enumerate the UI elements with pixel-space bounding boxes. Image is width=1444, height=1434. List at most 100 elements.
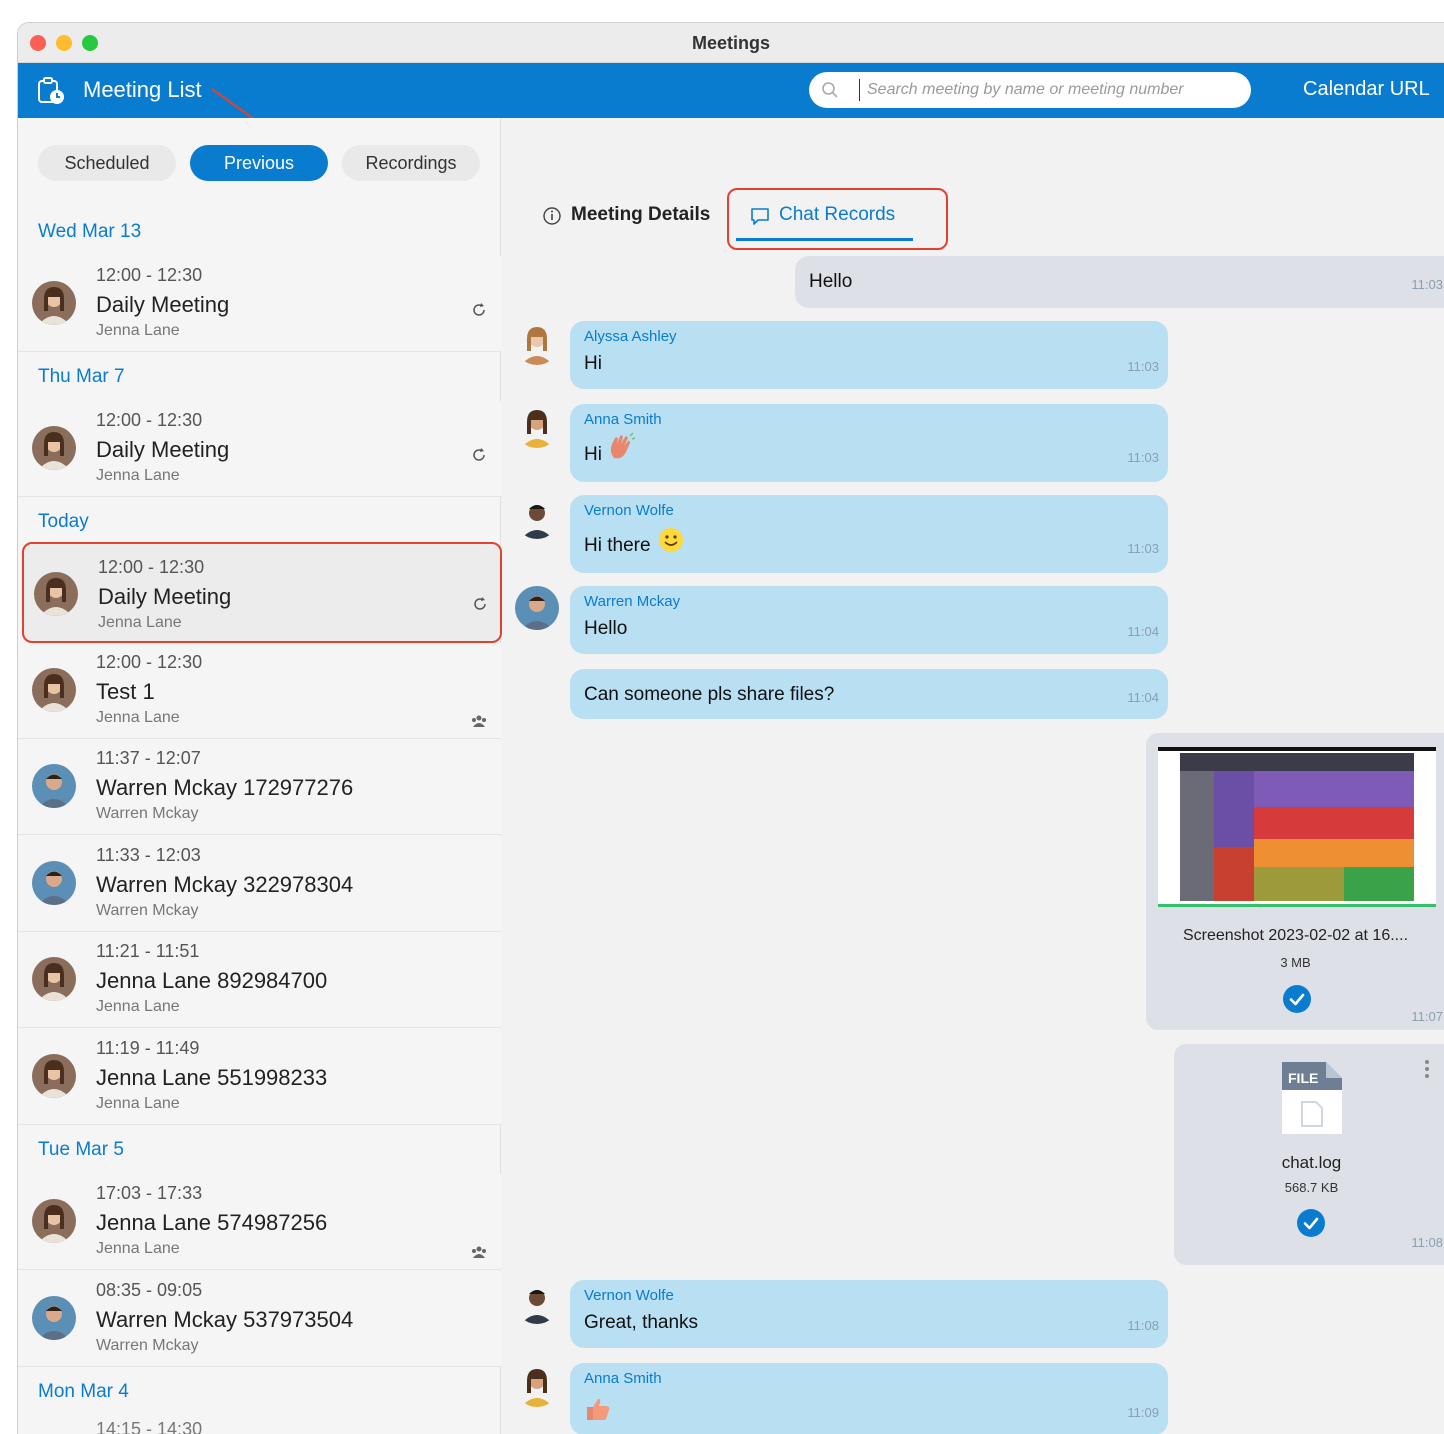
chat-message: Anna Smith 11:09: [570, 1363, 1168, 1434]
avatar: [32, 426, 76, 470]
more-options-icon[interactable]: [1422, 1058, 1432, 1080]
meeting-time: 12:00 - 12:30: [98, 557, 205, 577]
date-header: Today: [38, 511, 89, 532]
file-name: chat.log: [1281, 1153, 1342, 1172]
chat-message: Anna Smith Hi 11:03: [570, 404, 1168, 482]
meeting-list-panel: Scheduled Previous Recordings Wed Mar 13…: [18, 118, 502, 1434]
search-input[interactable]: [867, 78, 1237, 102]
avatar: [32, 957, 76, 1001]
tab-previous[interactable]: Previous: [190, 145, 328, 181]
meeting-host: Jenna Lane: [96, 998, 180, 1015]
meeting-time: 12:00 - 12:30: [96, 652, 203, 672]
group-icon: [472, 715, 486, 727]
search-box[interactable]: [809, 72, 1251, 108]
meeting-host: Jenna Lane: [96, 322, 180, 339]
avatar: [32, 1054, 76, 1098]
file-icon: FILE: [1282, 1062, 1342, 1134]
message-time: 11:03: [1127, 450, 1159, 465]
meeting-title: Warren Mckay 172977276: [96, 775, 354, 800]
file-message-image[interactable]: Screenshot 2023-02-02 at 16.... 3 MB 11:…: [1146, 733, 1444, 1030]
message-time: 11:03: [1127, 359, 1159, 374]
tab-chat-records[interactable]: Chat Records: [779, 204, 895, 226]
meeting-title: Jenna Lane 551998233: [96, 1065, 328, 1090]
meeting-title: Warren Mckay 322978304: [96, 872, 354, 897]
meeting-host: Jenna Lane: [96, 709, 180, 726]
meeting-item[interactable]: 11:21 - 11:51 Jenna Lane 892984700 Jenna…: [18, 932, 501, 1028]
meeting-title: Daily Meeting: [96, 292, 230, 317]
sender-name: Vernon Wolfe: [584, 1287, 674, 1304]
file-size: 3 MB: [1280, 955, 1311, 970]
active-tab-indicator: [736, 238, 913, 241]
smiley-icon: [659, 528, 683, 552]
message-text: Hello: [809, 271, 853, 292]
meeting-title: Daily Meeting: [96, 437, 230, 462]
recurring-icon: [474, 597, 486, 610]
avatar: [515, 404, 559, 448]
group-icon: [472, 1246, 486, 1258]
sender-name: Alyssa Ashley: [584, 328, 677, 345]
meeting-time: 11:33 - 12:03: [96, 845, 201, 865]
date-header: Tue Mar 5: [38, 1139, 124, 1160]
message-text: Hi: [584, 353, 602, 374]
avatar: [32, 1199, 76, 1243]
message-time: 11:08: [1127, 1318, 1159, 1333]
check-icon: [1283, 985, 1311, 1013]
info-icon: [543, 207, 561, 225]
meeting-host: Jenna Lane: [96, 1240, 180, 1257]
calendar-url-button[interactable]: Calendar URL: [1303, 78, 1430, 101]
meeting-time: 12:00 - 12:30: [96, 265, 203, 285]
chat-message: Can someone pls share files? 11:04: [570, 669, 1168, 719]
chat-message: Alyssa Ashley Hi 11:03: [570, 321, 1168, 389]
tab-recordings[interactable]: Recordings: [342, 145, 480, 181]
meeting-item[interactable]: 17:03 - 17:33 Jenna Lane 574987256 Jenna…: [18, 1174, 501, 1270]
meeting-time: 17:03 - 17:33: [96, 1183, 203, 1203]
file-size: 568.7 KB: [1284, 1180, 1339, 1195]
meeting-item[interactable]: 11:33 - 12:03 Warren Mckay 322978304 War…: [18, 836, 501, 932]
meeting-item[interactable]: 12:00 - 12:30 Test 1 Jenna Lane: [18, 643, 501, 739]
waving-hand-icon: [610, 432, 636, 459]
message-text: Can someone pls share files?: [584, 684, 835, 705]
avatar: [32, 281, 76, 325]
meeting-title: Test 1: [96, 679, 155, 704]
chat-message: Vernon Wolfe Great, thanks 11:08: [570, 1280, 1168, 1348]
meeting-item-selected[interactable]: 12:00 - 12:30 Daily Meeting Jenna Lane: [22, 542, 502, 643]
message-time: 11:04: [1127, 690, 1159, 705]
sender-name: Anna Smith: [584, 1370, 662, 1387]
file-name: Screenshot 2023-02-02 at 16....: [1182, 927, 1409, 944]
meeting-time: 11:21 - 11:51: [96, 941, 200, 961]
date-header: Mon Mar 4: [38, 1381, 129, 1402]
message-text: Hi: [584, 444, 602, 465]
message-time: 11:03: [1127, 541, 1159, 556]
search-caret: [859, 79, 860, 101]
file-message-log[interactable]: FILE chat.log 568.7 KB 11:08: [1174, 1044, 1444, 1265]
avatar: [32, 668, 76, 712]
meeting-item[interactable]: 08:35 - 09:05 Warren Mckay 537973504 War…: [18, 1271, 501, 1367]
chat-message: Warren Mckay Hello 11:04: [570, 586, 1168, 654]
thumbs-up-icon: [587, 1398, 610, 1420]
message-time: 11:07: [1411, 1009, 1443, 1024]
window-title: Meetings: [691, 33, 770, 53]
recurring-icon: [473, 303, 485, 316]
chat-message-mine: Hello 11:03: [795, 256, 1444, 308]
meeting-title: Jenna Lane 892984700: [96, 968, 328, 993]
meetings-window: Meetings Meeting List Calendar URL Sched…: [17, 22, 1444, 1434]
meeting-item[interactable]: 11:19 - 11:49 Jenna Lane 551998233 Jenna…: [18, 1029, 501, 1125]
sender-name: Warren Mckay: [584, 593, 681, 610]
file-label: FILE: [1288, 1070, 1318, 1086]
meeting-item[interactable]: 12:00 - 12:30 Daily Meeting Jenna Lane: [18, 401, 501, 497]
meeting-item[interactable]: 11:37 - 12:07 Warren Mckay 172977276 War…: [18, 739, 501, 835]
meeting-host: Jenna Lane: [96, 1095, 180, 1112]
tab-scheduled[interactable]: Scheduled: [38, 145, 176, 181]
meeting-host: Jenna Lane: [96, 467, 180, 484]
app-title: Meeting List: [83, 77, 202, 102]
avatar: [515, 321, 559, 365]
avatar: [515, 1363, 559, 1407]
meeting-time: 08:35 - 09:05: [96, 1280, 203, 1300]
meeting-item[interactable]: 12:00 - 12:30 Daily Meeting Jenna Lane: [18, 256, 501, 352]
meeting-title: Warren Mckay 537973504: [96, 1307, 354, 1332]
sender-name: Vernon Wolfe: [584, 502, 674, 519]
meeting-time: 14:15 - 14:30: [96, 1419, 203, 1434]
meeting-title: Daily Meeting: [98, 584, 232, 609]
message-time: 11:03: [1411, 277, 1443, 292]
tab-meeting-details[interactable]: Meeting Details: [571, 204, 710, 226]
